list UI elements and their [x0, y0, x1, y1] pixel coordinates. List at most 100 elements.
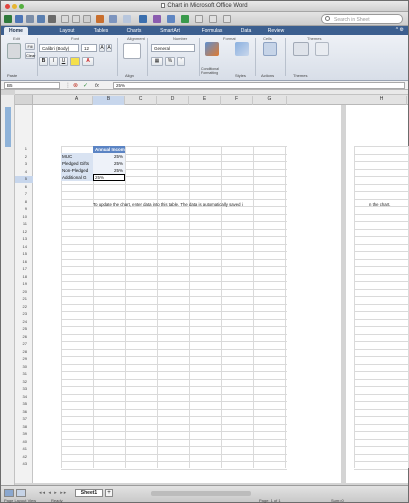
font-size-select[interactable]: 12: [81, 44, 97, 52]
row-header[interactable]: 31: [15, 371, 33, 378]
percent-style-button[interactable]: %: [165, 57, 175, 66]
search-sheet-input[interactable]: Search in Sheet: [321, 14, 403, 24]
actions-label[interactable]: Actions: [261, 73, 274, 78]
cancel-entry-icon[interactable]: ⊗: [73, 82, 78, 89]
paste-icon[interactable]: [83, 15, 91, 23]
confirm-entry-icon[interactable]: ✓: [83, 82, 88, 89]
row-header[interactable]: 29: [15, 356, 33, 363]
ribbon-collapse-icon[interactable]: ^ ⚙: [396, 27, 404, 33]
add-sheet-button[interactable]: +: [105, 489, 113, 497]
row-header[interactable]: 28: [15, 349, 33, 356]
row-header[interactable]: 32: [15, 379, 33, 386]
insert-function-icon[interactable]: fx: [95, 83, 99, 89]
table-label-cell[interactable]: Non-Pledged: [61, 167, 93, 174]
column-header-e[interactable]: E: [189, 96, 221, 105]
print-icon[interactable]: [48, 15, 56, 23]
row-header[interactable]: 22: [15, 304, 33, 311]
cut-icon[interactable]: [61, 15, 69, 23]
row-header[interactable]: 23: [15, 311, 33, 318]
column-header-c[interactable]: C: [125, 96, 157, 105]
column-header-a[interactable]: A: [61, 96, 93, 105]
fill-color-button[interactable]: [70, 57, 80, 66]
column-header-g[interactable]: G: [253, 96, 287, 105]
grow-font-button[interactable]: A: [99, 44, 105, 52]
row-header[interactable]: 43: [15, 461, 33, 468]
column-header-b[interactable]: B: [93, 96, 125, 105]
horizontal-scrollbar[interactable]: [151, 491, 251, 496]
themes-icon[interactable]: [293, 42, 309, 56]
row-header[interactable]: 21: [15, 296, 33, 303]
number-format-select[interactable]: General: [151, 44, 195, 52]
filter-icon[interactable]: [167, 15, 175, 23]
tab-data[interactable]: Data: [237, 27, 255, 35]
row-header[interactable]: 8: [15, 199, 33, 206]
tab-layout[interactable]: Layout: [54, 27, 80, 35]
paste-clipboard-icon[interactable]: [7, 43, 21, 59]
row-header[interactable]: 1: [15, 146, 33, 153]
row-header[interactable]: 16: [15, 259, 33, 266]
active-cell[interactable]: 25%: [93, 174, 125, 181]
row-header[interactable]: 6: [15, 184, 33, 191]
format-painter-icon[interactable]: [96, 15, 104, 23]
row-header[interactable]: 24: [15, 319, 33, 326]
tab-home[interactable]: Home: [4, 27, 28, 35]
row-header[interactable]: 39: [15, 431, 33, 438]
shrink-font-button[interactable]: A: [106, 44, 112, 52]
actions-icon[interactable]: [263, 42, 277, 56]
new-workbook-icon[interactable]: [4, 15, 12, 23]
autosum-icon[interactable]: [139, 15, 147, 23]
row-header[interactable]: 2: [15, 154, 33, 161]
row-header[interactable]: 40: [15, 439, 33, 446]
column-header-h[interactable]: H: [357, 96, 407, 105]
row-header[interactable]: 4: [15, 169, 33, 176]
row-header[interactable]: 25: [15, 326, 33, 333]
styles-icon[interactable]: [235, 42, 249, 56]
formula-menu-icon[interactable]: ⋮: [65, 82, 71, 89]
help-icon[interactable]: [223, 15, 231, 23]
row-header[interactable]: 12: [15, 229, 33, 236]
tab-charts[interactable]: Charts: [122, 27, 146, 35]
bold-button[interactable]: B: [39, 57, 48, 66]
themes-label[interactable]: Themes: [293, 73, 307, 78]
comma-style-button[interactable]: ’: [177, 57, 185, 66]
normal-view-button[interactable]: [4, 489, 14, 497]
conditional-formatting-label[interactable]: Conditional Formatting: [201, 67, 229, 75]
gallery-icon[interactable]: [181, 15, 189, 23]
row-header[interactable]: 37: [15, 416, 33, 423]
row-header[interactable]: 5: [15, 176, 33, 183]
styles-label[interactable]: Styles: [235, 73, 246, 78]
row-header[interactable]: 33: [15, 386, 33, 393]
paste-button-label[interactable]: Paste: [7, 73, 17, 78]
redo-icon[interactable]: [123, 15, 131, 23]
row-header[interactable]: 13: [15, 236, 33, 243]
row-header[interactable]: 36: [15, 409, 33, 416]
sort-icon[interactable]: [153, 15, 161, 23]
clear-button[interactable]: Clear: [25, 52, 36, 59]
row-header[interactable]: 7: [15, 191, 33, 198]
row-header[interactable]: 17: [15, 266, 33, 273]
conditional-formatting-icon[interactable]: [205, 42, 219, 56]
save-icon[interactable]: [37, 15, 45, 23]
sheet-navigation-arrows[interactable]: ◂◂ ◂ ▸ ▸▸: [39, 490, 67, 496]
table-value-cell[interactable]: 25%: [93, 160, 125, 167]
table-label-cell[interactable]: Additional G: [61, 174, 93, 181]
toolbox-icon[interactable]: [195, 15, 203, 23]
zoom-icon[interactable]: [209, 15, 217, 23]
undo-icon[interactable]: [109, 15, 117, 23]
row-header[interactable]: 10: [15, 214, 33, 221]
row-header[interactable]: 19: [15, 281, 33, 288]
row-header[interactable]: 27: [15, 341, 33, 348]
page-layout-view-button[interactable]: [16, 489, 26, 497]
align-icon[interactable]: [123, 43, 141, 59]
row-header[interactable]: 41: [15, 446, 33, 453]
italic-button[interactable]: I: [49, 57, 58, 66]
row-header[interactable]: 42: [15, 454, 33, 461]
font-color-button[interactable]: A: [82, 57, 94, 66]
fill-button[interactable]: Fill: [25, 43, 35, 50]
theme-colors-icon[interactable]: [315, 42, 329, 56]
row-header[interactable]: 20: [15, 289, 33, 296]
name-box[interactable]: B5: [4, 82, 60, 89]
sheet-tab-sheet1[interactable]: Sheet1: [75, 489, 103, 497]
copy-icon[interactable]: [72, 15, 80, 23]
table-value-cell[interactable]: 25%: [93, 153, 125, 160]
